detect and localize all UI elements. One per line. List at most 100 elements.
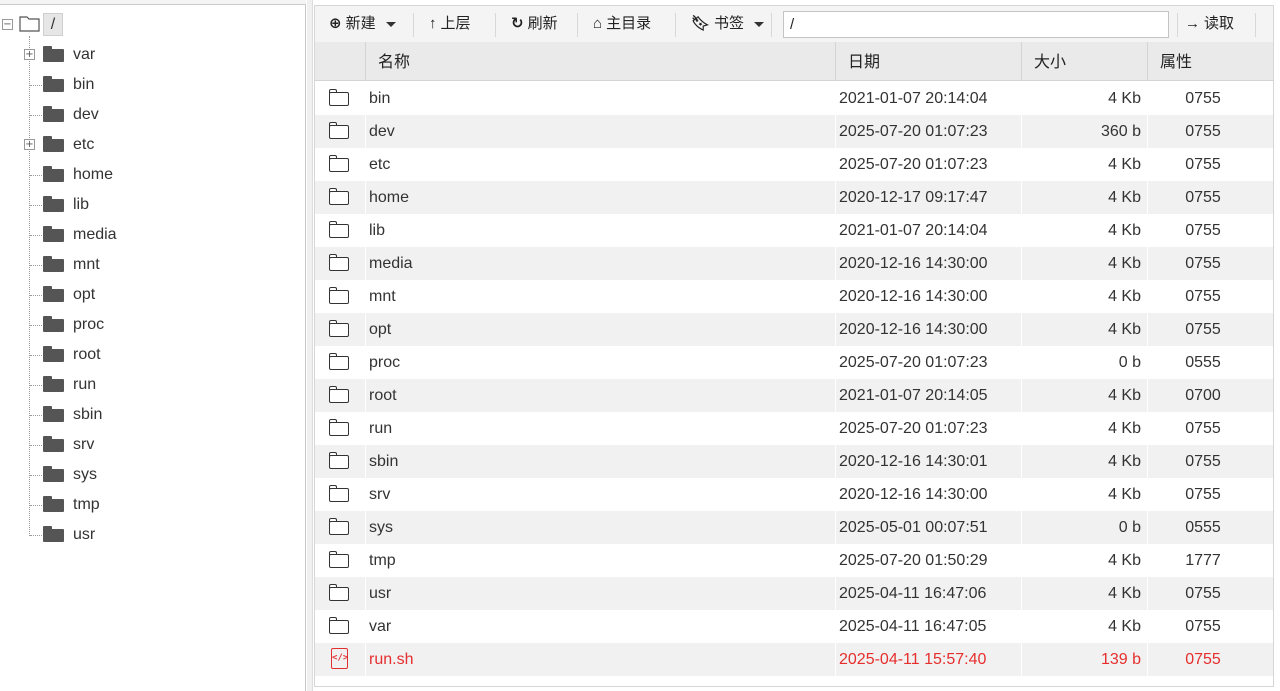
tree-item-dev[interactable]: dev	[0, 102, 300, 132]
tree-item-label[interactable]: sys	[73, 466, 97, 484]
table-row[interactable]: etc 2025-07-20 01:07:23 4 Kb 0755	[315, 148, 1273, 181]
refresh-button[interactable]: ↻ 刷新	[511, 6, 558, 42]
tree-item-label[interactable]: mnt	[73, 256, 100, 274]
folder-icon	[329, 551, 349, 568]
row-name[interactable]: etc	[369, 148, 390, 181]
tree-item-tmp[interactable]: tmp	[0, 492, 300, 522]
tree-item-label[interactable]: sbin	[73, 406, 102, 424]
row-name[interactable]: media	[369, 247, 413, 280]
tree-item-label[interactable]: bin	[73, 76, 94, 94]
column-divider	[365, 379, 366, 412]
table-row[interactable]: sbin 2020-12-16 14:30:01 4 Kb 0755	[315, 445, 1273, 478]
table-row[interactable]: proc 2025-07-20 01:07:23 0 b 0555	[315, 346, 1273, 379]
table-row[interactable]: root 2021-01-07 20:14:05 4 Kb 0700	[315, 379, 1273, 412]
table-row[interactable]: usr 2025-04-11 16:47:06 4 Kb 0755	[315, 577, 1273, 610]
tree-item-label[interactable]: home	[73, 166, 113, 184]
tree-item-label[interactable]: opt	[73, 286, 95, 304]
row-date: 2021-01-07 20:14:04	[839, 222, 988, 239]
row-name[interactable]: opt	[369, 313, 391, 346]
row-name[interactable]: mnt	[369, 280, 396, 313]
folder-icon	[43, 196, 64, 212]
header-date[interactable]: 日期	[835, 42, 1021, 81]
tree-connector	[30, 205, 42, 206]
tree-item-lib[interactable]: lib	[0, 192, 300, 222]
row-name[interactable]: var	[369, 610, 391, 643]
table-row[interactable]: dev 2025-07-20 01:07:23 360 b 0755	[315, 115, 1273, 148]
row-name[interactable]: srv	[369, 478, 390, 511]
tree-item-srv[interactable]: srv	[0, 432, 300, 462]
table-row[interactable]: var 2025-04-11 16:47:05 4 Kb 0755	[315, 610, 1273, 643]
read-button[interactable]: → 读取	[1185, 6, 1234, 42]
header-attr[interactable]: 属性	[1147, 42, 1273, 81]
tree-item-opt[interactable]: opt	[0, 282, 300, 312]
table-row[interactable]: lib 2021-01-07 20:14:04 4 Kb 0755	[315, 214, 1273, 247]
tree-item-label[interactable]: etc	[73, 136, 94, 154]
table-body: bin 2021-01-07 20:14:04 4 Kb 0755 dev 2025-07…	[315, 82, 1273, 676]
row-name[interactable]: dev	[369, 115, 395, 148]
expand-icon[interactable]: +	[24, 49, 35, 60]
row-attr: 0755	[1185, 288, 1221, 305]
tree-item-label[interactable]: run	[73, 376, 96, 394]
table-row[interactable]: media 2020-12-16 14:30:00 4 Kb 0755	[315, 247, 1273, 280]
tree-item-run[interactable]: run	[0, 372, 300, 402]
row-name[interactable]: proc	[369, 346, 400, 379]
tree-item-label[interactable]: var	[73, 46, 95, 64]
column-divider	[835, 181, 836, 214]
tree-item-label[interactable]: dev	[73, 106, 99, 124]
collapse-icon[interactable]: −	[2, 19, 13, 30]
tree-item-etc[interactable]: + etc	[0, 132, 300, 162]
table-row[interactable]: run 2025-07-20 01:07:23 4 Kb 0755	[315, 412, 1273, 445]
table-row[interactable]: mnt 2020-12-16 14:30:00 4 Kb 0755	[315, 280, 1273, 313]
up-button[interactable]: ↑ 上层	[429, 6, 471, 42]
tree-item-mnt[interactable]: mnt	[0, 252, 300, 282]
chevron-down-icon	[385, 21, 396, 27]
tree-item-sys[interactable]: sys	[0, 462, 300, 492]
tree-item-var[interactable]: + var	[0, 42, 300, 72]
table-row[interactable]: srv 2020-12-16 14:30:00 4 Kb 0755	[315, 478, 1273, 511]
row-name[interactable]: lib	[369, 214, 385, 247]
tree-item-media[interactable]: media	[0, 222, 300, 252]
row-size: 4 Kb	[1108, 321, 1141, 338]
tree-item-label[interactable]: tmp	[73, 496, 100, 514]
row-name[interactable]: run.sh	[369, 643, 413, 676]
row-name[interactable]: sbin	[369, 445, 398, 478]
tree-item-bin[interactable]: bin	[0, 72, 300, 102]
pane-splitter[interactable]	[307, 0, 313, 691]
tree-item-label[interactable]: proc	[73, 316, 104, 334]
row-name[interactable]: bin	[369, 82, 390, 115]
header-size[interactable]: 大小	[1021, 42, 1147, 81]
row-name[interactable]: root	[369, 379, 397, 412]
tree-item-root[interactable]: root	[0, 342, 300, 372]
tree-item-label[interactable]: usr	[73, 526, 95, 544]
table-row[interactable]: tmp 2025-07-20 01:50:29 4 Kb 1777	[315, 544, 1273, 577]
toolbar-divider	[1255, 13, 1256, 37]
table-row[interactable]: opt 2020-12-16 14:30:00 4 Kb 0755	[315, 313, 1273, 346]
header-name[interactable]: 名称	[365, 42, 835, 81]
row-name[interactable]: tmp	[369, 544, 396, 577]
home-button[interactable]: ⌂ 主目录	[593, 6, 651, 42]
row-date: 2025-04-11 16:47:05	[839, 618, 987, 635]
tree-item-label[interactable]: lib	[73, 196, 89, 214]
tree-item-label[interactable]: media	[73, 226, 117, 244]
tree-item-usr[interactable]: usr	[0, 522, 300, 552]
row-name[interactable]: home	[369, 181, 409, 214]
bookmark-icon: 🔖︎	[691, 15, 711, 32]
bookmark-button[interactable]: 🔖︎ 书签	[691, 6, 765, 42]
path-input[interactable]	[783, 11, 1169, 38]
tree-item-home[interactable]: home	[0, 162, 300, 192]
new-button[interactable]: ⊕ 新建	[329, 6, 396, 42]
tree-item-proc[interactable]: proc	[0, 312, 300, 342]
tree-item-label[interactable]: srv	[73, 436, 94, 454]
table-row[interactable]: </> run.sh 2025-04-11 15:57:40 139 b 0755	[315, 643, 1273, 676]
row-name[interactable]: run	[369, 412, 392, 445]
tree-item-sbin[interactable]: sbin	[0, 402, 300, 432]
row-name[interactable]: usr	[369, 577, 391, 610]
expand-icon[interactable]: +	[24, 139, 35, 150]
tree-root-label[interactable]: /	[43, 13, 63, 36]
row-name[interactable]: sys	[369, 511, 393, 544]
table-row[interactable]: home 2020-12-17 09:17:47 4 Kb 0755	[315, 181, 1273, 214]
column-divider	[835, 214, 836, 247]
table-row[interactable]: sys 2025-05-01 00:07:51 0 b 0555	[315, 511, 1273, 544]
tree-item-label[interactable]: root	[73, 346, 101, 364]
table-row[interactable]: bin 2021-01-07 20:14:04 4 Kb 0755	[315, 82, 1273, 115]
